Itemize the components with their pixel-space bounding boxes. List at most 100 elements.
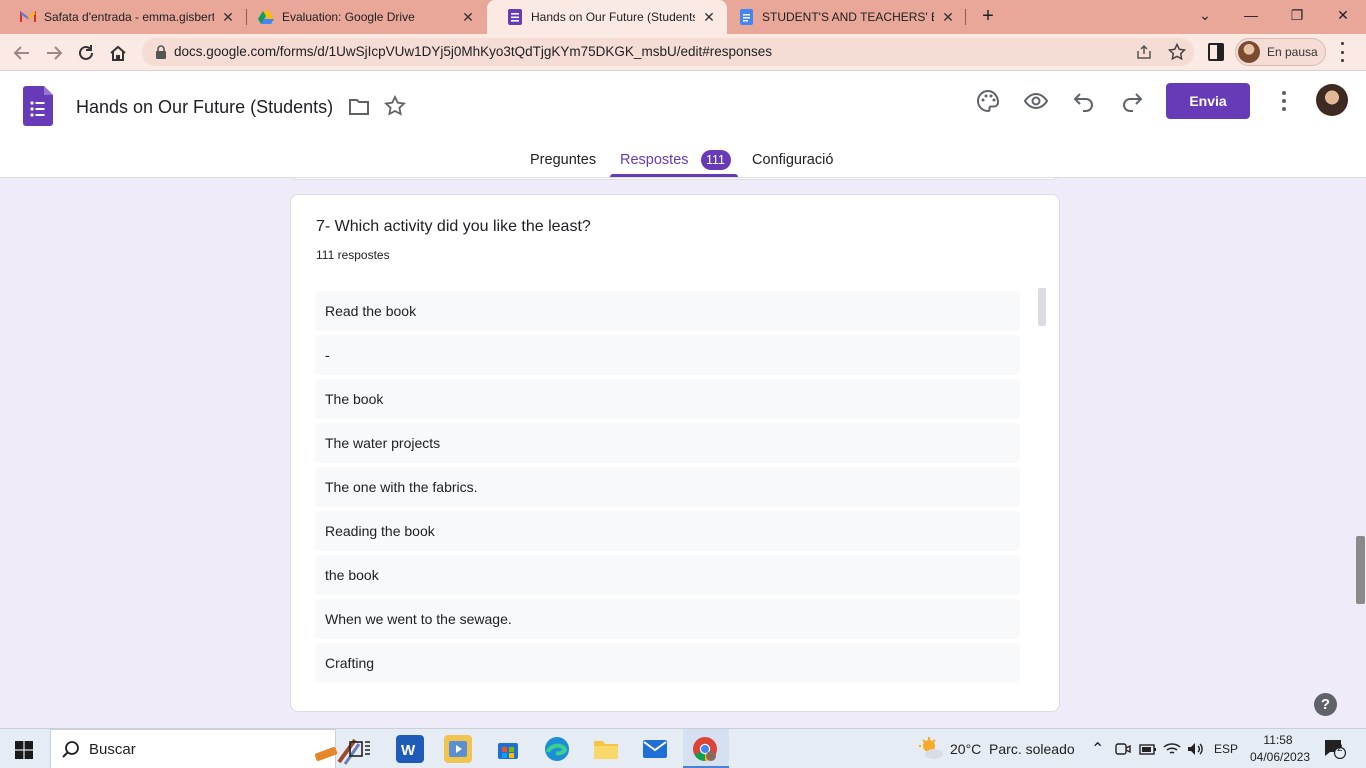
browser-menu-icon[interactable] — [1338, 42, 1346, 62]
list-item: The book — [315, 379, 1020, 419]
gmail-icon — [20, 9, 36, 25]
list-item: When we went to the sewage. — [315, 599, 1020, 639]
list-item: Read the book — [315, 291, 1020, 331]
meet-now-icon[interactable] — [1115, 729, 1131, 768]
input-language[interactable]: ESP — [1214, 729, 1238, 768]
weather-sun-icon — [918, 736, 944, 762]
notifications-icon[interactable]: 2 — [1324, 729, 1346, 768]
more-options-icon[interactable] — [1280, 91, 1288, 111]
notifications-count: 2 — [1337, 743, 1343, 754]
battery-icon[interactable] — [1139, 729, 1157, 768]
tab-responses[interactable]: Respostes 111 — [620, 142, 731, 178]
page-scrollbar[interactable] — [1354, 178, 1366, 728]
tab-responses-label: Respostes — [620, 152, 689, 168]
forms-icon — [507, 9, 523, 25]
taskbar-search[interactable]: Buscar — [50, 729, 361, 768]
media-player-icon[interactable] — [444, 735, 472, 763]
redo-icon[interactable] — [1120, 89, 1144, 113]
close-icon[interactable]: ✕ — [940, 9, 956, 25]
form-tabs: Preguntes Respostes 111 Configuració — [0, 142, 1366, 178]
palette-icon[interactable] — [976, 89, 1000, 113]
question-title: 7- Which activity did you like the least… — [316, 218, 591, 235]
drive-icon — [258, 9, 274, 25]
word-icon[interactable]: W — [396, 735, 424, 763]
window-close-button[interactable]: ✕ — [1320, 0, 1366, 30]
task-view-icon[interactable] — [346, 735, 374, 763]
responses-count-badge: 111 — [700, 150, 731, 170]
tab-title: Evaluation: Google Drive — [282, 10, 415, 24]
close-icon[interactable]: ✕ — [460, 9, 476, 25]
wifi-icon[interactable] — [1163, 729, 1181, 768]
profile-chip[interactable]: En pausa — [1235, 38, 1326, 66]
bookmark-star-icon[interactable] — [1167, 42, 1187, 61]
tab-search-button[interactable]: ⌄ — [1182, 0, 1228, 30]
list-item: The one with the fabrics. — [315, 467, 1020, 507]
close-icon[interactable]: ✕ — [701, 9, 717, 25]
profile-status: En pausa — [1267, 45, 1318, 59]
address-bar-row: docs.google.com/forms/d/1UwSjIcpVUw1DYj5… — [0, 34, 1366, 71]
browser-tab-strip: Safata d'entrada - emma.gisbert@ ✕ Evalu… — [0, 0, 1366, 34]
weather-text: 20°C Parc. soleado — [950, 741, 1075, 757]
response-count: 111 respostes — [316, 248, 390, 262]
scrollbar-thumb[interactable] — [1356, 536, 1365, 604]
account-avatar[interactable] — [1316, 84, 1348, 116]
volume-icon[interactable] — [1187, 729, 1205, 768]
folder-icon[interactable] — [348, 97, 370, 117]
tray-chevron-icon[interactable]: ⌃ — [1091, 729, 1104, 768]
star-icon[interactable] — [383, 94, 407, 117]
tab-questions[interactable]: Preguntes — [530, 142, 596, 178]
list-item: The water projects — [315, 423, 1020, 463]
minimize-button[interactable]: — — [1228, 0, 1274, 30]
forward-button[interactable] — [42, 41, 66, 65]
weather-widget[interactable]: 20°C Parc. soleado — [918, 729, 1075, 768]
list-item: Reading the book — [315, 511, 1020, 551]
avatar — [1238, 41, 1260, 63]
help-icon[interactable]: ? — [1314, 693, 1337, 716]
list-item: the book — [315, 555, 1020, 595]
clock-time: 11:58 — [1263, 733, 1293, 747]
back-button[interactable] — [10, 41, 34, 65]
windows-start-icon[interactable] — [15, 741, 33, 759]
preview-eye-icon[interactable] — [1023, 89, 1049, 113]
tab-settings[interactable]: Configuració — [752, 142, 833, 178]
side-panel-icon[interactable] — [1208, 43, 1224, 61]
tab-title: STUDENT'S AND TEACHERS' EVAL — [762, 10, 934, 24]
clock-date: 04/06/2023 — [1250, 750, 1311, 764]
mail-icon[interactable] — [641, 735, 669, 763]
lock-icon[interactable] — [154, 45, 168, 59]
home-button[interactable] — [106, 41, 130, 65]
share-icon[interactable] — [1136, 44, 1152, 60]
browser-tab-forms[interactable]: Hands on Our Future (Students) - ✕ — [487, 0, 727, 34]
forms-header: Hands on Our Future (Students) Envia Pre… — [0, 71, 1366, 178]
form-title[interactable]: Hands on Our Future (Students) — [76, 97, 333, 118]
response-list-scrollbar[interactable] — [1038, 288, 1046, 326]
system-clock[interactable]: 11:58 04/06/2023 — [1250, 732, 1311, 766]
reload-button[interactable] — [74, 41, 98, 65]
list-item: Crafting — [315, 643, 1020, 683]
url-text: docs.google.com/forms/d/1UwSjIcpVUw1DYj5… — [174, 44, 773, 59]
browser-tab-drive[interactable]: Evaluation: Google Drive ✕ — [238, 0, 486, 34]
response-list[interactable]: Read the book - The book The water proje… — [315, 291, 1020, 684]
docs-icon — [738, 9, 754, 25]
tab-separator — [965, 9, 966, 25]
browser-tab-docs[interactable]: STUDENT'S AND TEACHERS' EVAL ✕ — [718, 0, 966, 34]
active-tab-indicator — [610, 174, 738, 177]
tab-title: Safata d'entrada - emma.gisbert@ — [44, 10, 214, 24]
svg-text:W: W — [401, 742, 416, 758]
undo-icon[interactable] — [1072, 89, 1096, 113]
url-bar[interactable]: docs.google.com/forms/d/1UwSjIcpVUw1DYj5… — [142, 38, 1194, 66]
edge-icon[interactable] — [543, 735, 571, 763]
store-icon[interactable] — [494, 735, 522, 763]
new-tab-button[interactable]: + — [976, 5, 1000, 29]
forms-logo-icon[interactable] — [23, 86, 53, 126]
list-item: - — [315, 335, 1020, 375]
close-icon[interactable]: ✕ — [220, 9, 236, 25]
file-explorer-icon[interactable] — [592, 735, 620, 763]
chrome-icon[interactable] — [691, 735, 719, 763]
search-icon — [61, 740, 81, 760]
responses-content: 7- Which activity did you like the least… — [0, 178, 1366, 728]
send-button[interactable]: Envia — [1166, 83, 1250, 119]
browser-tab-gmail[interactable]: Safata d'entrada - emma.gisbert@ ✕ — [0, 0, 246, 34]
search-label: Buscar — [89, 741, 136, 758]
restore-button[interactable]: ❐ — [1274, 0, 1320, 30]
